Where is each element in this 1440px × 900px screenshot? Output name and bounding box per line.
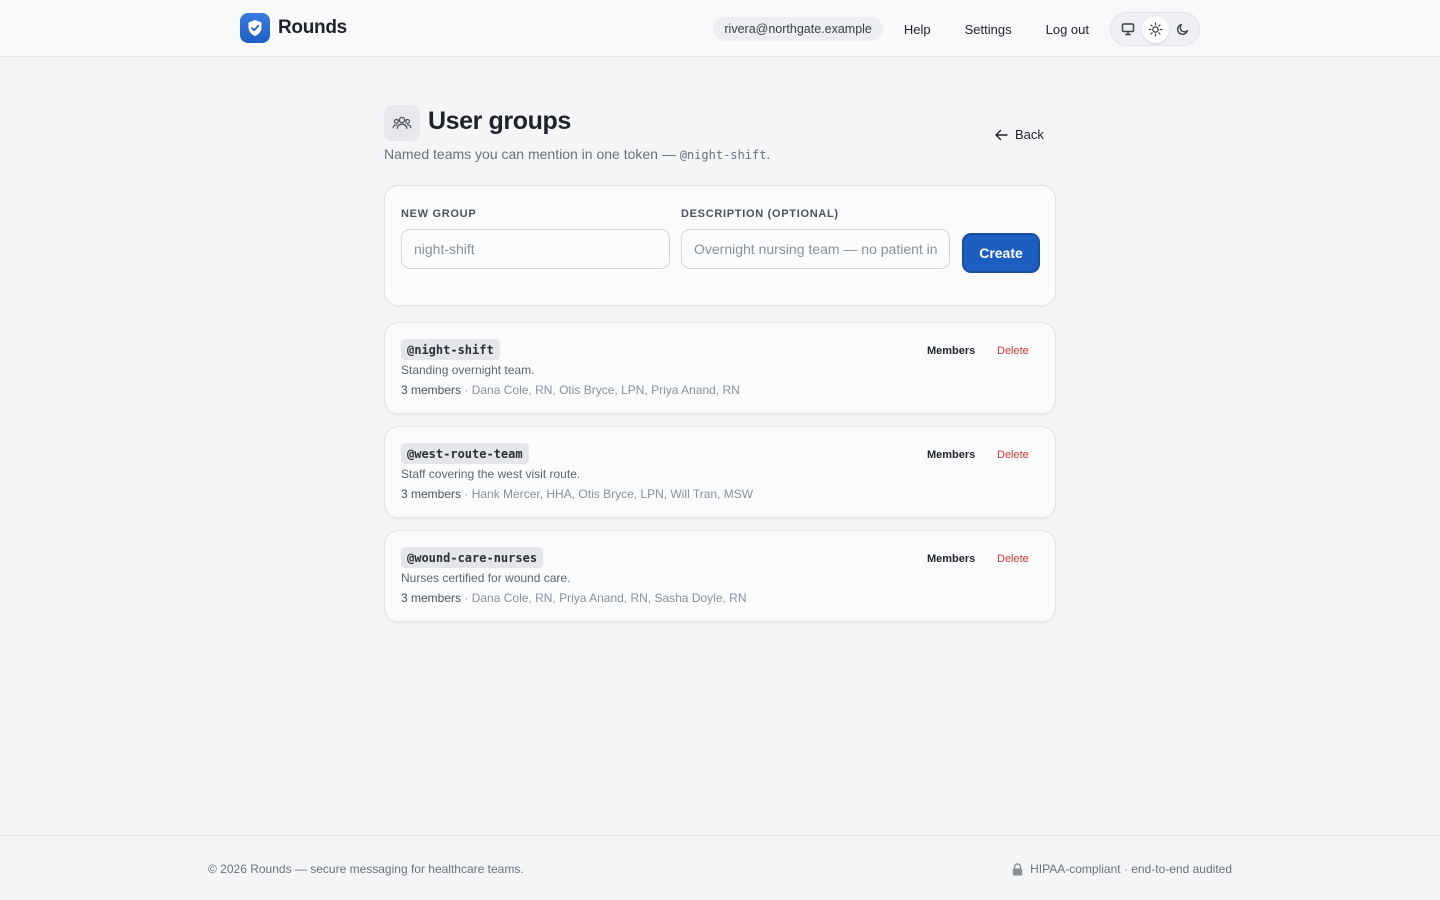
- group-name-input[interactable]: [401, 229, 670, 269]
- footer: © 2026 Rounds — secure messaging for hea…: [0, 835, 1440, 900]
- group-members-summary: 3 members · Dana Cole, RN, Otis Bryce, L…: [401, 383, 740, 397]
- group-description: Nurses certified for wound care.: [401, 571, 571, 585]
- compliance-text: HIPAA-compliant · end-to-end audited: [1030, 862, 1232, 876]
- group-handle: @wound-care-nurses: [401, 547, 544, 568]
- page-subtitle: Named teams you can mention in one token…: [384, 146, 770, 162]
- member-names: · Dana Cole, RN, Otis Bryce, LPN, Priya …: [464, 383, 740, 397]
- create-button[interactable]: Create: [962, 233, 1040, 273]
- group-card: @night-shift Standing overnight team. 3 …: [384, 322, 1056, 414]
- back-button[interactable]: Back: [994, 127, 1044, 142]
- group-members-summary: 3 members · Dana Cole, RN, Priya Anand, …: [401, 591, 747, 605]
- delete-button[interactable]: Delete: [997, 345, 1029, 357]
- group-handle: @night-shift: [401, 339, 500, 360]
- member-count: 3 members: [401, 591, 462, 605]
- members-button[interactable]: Members: [927, 449, 975, 461]
- delete-button[interactable]: Delete: [997, 553, 1029, 565]
- footer-compliance: HIPAA-compliant · end-to-end audited: [1012, 862, 1232, 876]
- subtitle-suffix: .: [766, 146, 771, 162]
- monitor-icon[interactable]: [1114, 16, 1141, 43]
- new-group-form: NEW GROUP DESCRIPTION (OPTIONAL) Create: [384, 185, 1056, 306]
- lock-icon: [1012, 862, 1023, 875]
- arrow-left-icon: [995, 129, 1008, 140]
- group-members-summary: 3 members · Hank Mercer, HHA, Otis Bryce…: [401, 487, 753, 501]
- logout-link[interactable]: Log out: [1046, 22, 1089, 37]
- user-email-badge: rivera@northgate.example: [713, 17, 883, 41]
- brand[interactable]: Rounds: [240, 13, 347, 43]
- group-handle: @west-route-team: [401, 443, 529, 464]
- member-count: 3 members: [401, 383, 462, 397]
- members-button[interactable]: Members: [927, 553, 975, 565]
- description-input[interactable]: [681, 229, 950, 269]
- delete-button[interactable]: Delete: [997, 449, 1029, 461]
- brand-name: Rounds: [278, 17, 347, 38]
- member-names: · Dana Cole, RN, Priya Anand, RN, Sasha …: [464, 591, 747, 605]
- member-names: · Hank Mercer, HHA, Otis Bryce, LPN, Wil…: [464, 487, 754, 501]
- shield-logo-icon: [240, 13, 270, 43]
- group-name-label: NEW GROUP: [401, 208, 477, 220]
- member-count: 3 members: [401, 487, 462, 501]
- settings-link[interactable]: Settings: [965, 22, 1012, 37]
- footer-copyright: © 2026 Rounds — secure messaging for hea…: [208, 862, 524, 876]
- description-label: DESCRIPTION (OPTIONAL): [681, 208, 839, 220]
- subtitle-code: @night-shift: [679, 148, 767, 162]
- group-card: @west-route-team Staff covering the west…: [384, 426, 1056, 518]
- back-label: Back: [1015, 127, 1044, 142]
- group-card: @wound-care-nurses Nurses certified for …: [384, 530, 1056, 622]
- members-button[interactable]: Members: [927, 345, 975, 357]
- sun-icon[interactable]: [1141, 15, 1169, 43]
- top-bar: Rounds rivera@northgate.example Help Set…: [0, 0, 1440, 57]
- theme-switcher: [1110, 12, 1200, 46]
- top-nav: rivera@northgate.example Help Settings L…: [713, 12, 1200, 46]
- moon-icon[interactable]: [1169, 16, 1196, 43]
- help-link[interactable]: Help: [904, 22, 931, 37]
- group-description: Staff covering the west visit route.: [401, 467, 581, 481]
- users-icon: [384, 105, 420, 141]
- page-title: User groups: [428, 107, 571, 135]
- subtitle-text: Named teams you can mention in one token…: [384, 146, 676, 162]
- group-description: Standing overnight team.: [401, 363, 535, 377]
